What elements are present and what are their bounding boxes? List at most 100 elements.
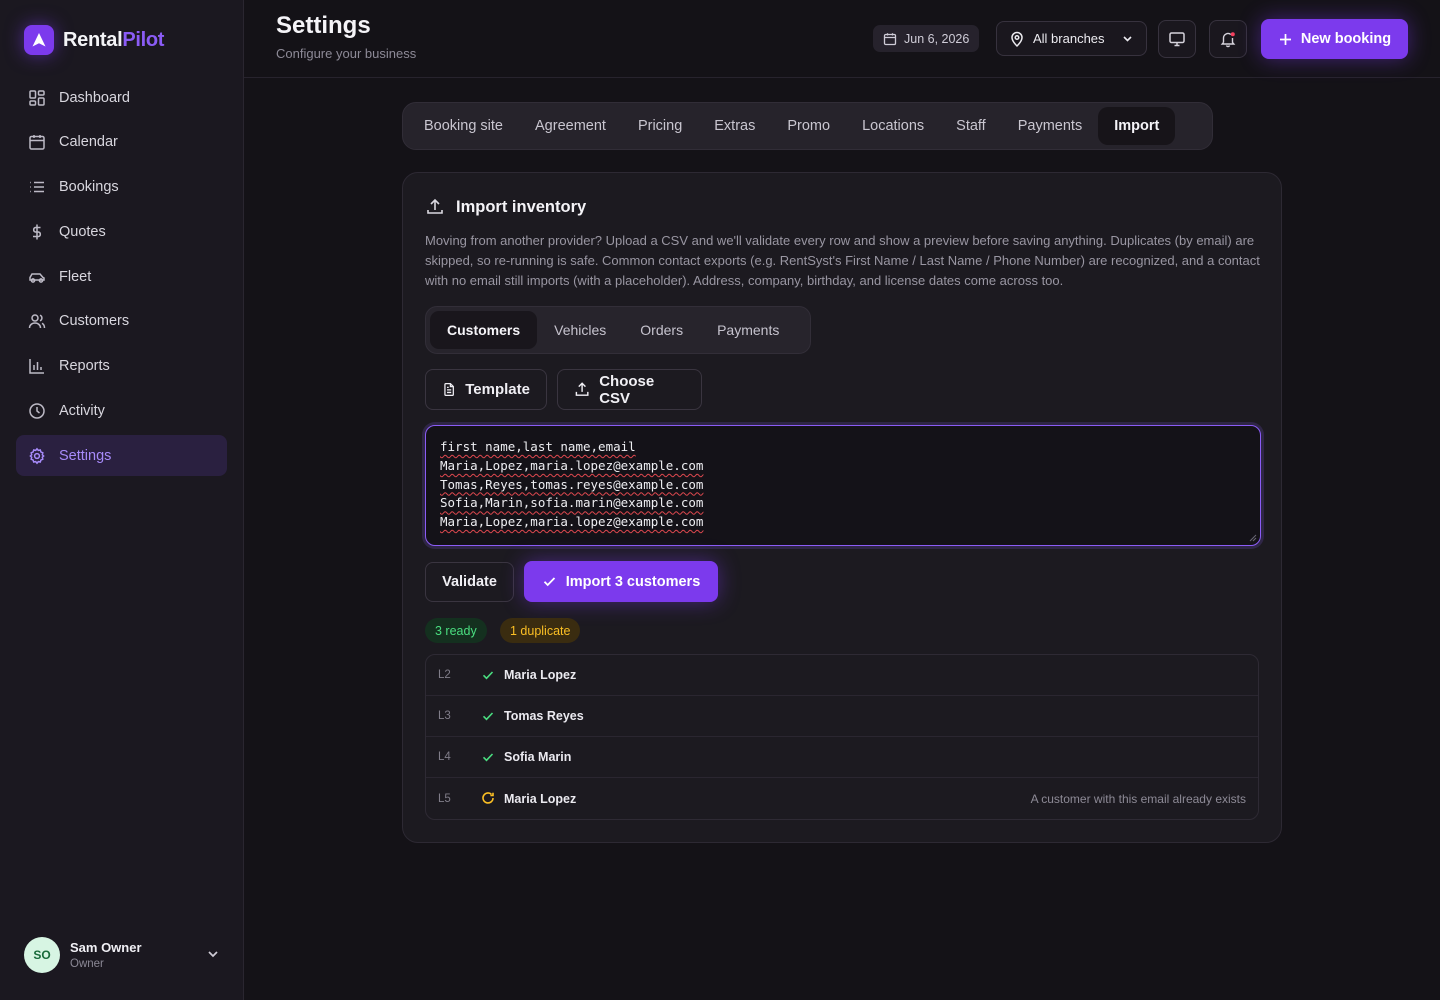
tab-staff[interactable]: Staff [940, 107, 1002, 145]
sidebar-item-label: Fleet [59, 268, 92, 285]
resize-handle-icon[interactable] [1249, 534, 1257, 542]
check-icon [482, 753, 494, 762]
row-name: Tomas Reyes [504, 709, 584, 723]
user-menu[interactable]: SO Sam Owner Owner [24, 936, 220, 974]
table-row: L5 Maria Lopez A customer with this emai… [426, 778, 1258, 819]
settings-tabs: Booking site Agreement Pricing Extras Pr… [402, 102, 1213, 150]
date-pill[interactable]: Jun 6, 2026 [873, 25, 980, 52]
sidebar-item-settings[interactable]: Settings [16, 435, 227, 477]
tab-promo[interactable]: Promo [771, 107, 846, 145]
bar-chart-icon [29, 359, 44, 375]
row-note: A customer with this email already exist… [1030, 791, 1246, 806]
row-line-number: L2 [438, 669, 451, 681]
tab-import[interactable]: Import [1098, 107, 1176, 145]
branch-select[interactable]: All branches [996, 21, 1147, 56]
sidebar-item-label: Customers [59, 313, 130, 330]
tab-locations[interactable]: Locations [846, 107, 940, 145]
csv-line: Maria,Lopez,maria.lopez@example.com [440, 514, 704, 530]
sidebar-item-quotes[interactable]: Quotes [16, 211, 227, 252]
dollar-icon [33, 224, 41, 240]
csv-line: first name,last name,email [440, 439, 636, 454]
user-name: Sam Owner [70, 940, 142, 955]
table-row: L2 Maria Lopez [426, 655, 1258, 696]
table-row: L4 Sofia Marin [426, 737, 1258, 778]
date-label: Jun 6, 2026 [904, 31, 970, 46]
row-name: Maria Lopez [504, 791, 577, 806]
grid-icon [29, 89, 45, 106]
new-booking-button[interactable]: New booking [1261, 19, 1408, 59]
gear-icon [29, 447, 45, 465]
branch-select-value: All branches [1033, 31, 1105, 46]
check-icon [482, 712, 494, 721]
sidebar-item-reports[interactable]: Reports [16, 346, 227, 387]
card-title: Import inventory [456, 197, 587, 216]
check-icon [482, 671, 494, 680]
sidebar-item-label: Quotes [59, 223, 106, 240]
row-line-number: L5 [438, 792, 451, 805]
notifications-button[interactable] [1209, 20, 1247, 58]
upload-icon [427, 198, 443, 214]
chevron-down-icon [1123, 36, 1132, 42]
csv-line: Tomas,Reyes,tomas.reyes@example.com [440, 476, 704, 492]
sidebar-nav: Dashboard Calendar Bookings Quotes Fleet… [16, 77, 227, 480]
choose-csv-button[interactable]: Choose CSV [557, 369, 702, 410]
sidebar-item-customers[interactable]: Customers [16, 301, 227, 342]
top-header: Settings Configure your business Jun 6, … [244, 0, 1440, 78]
template-button[interactable]: Template [425, 369, 547, 410]
page-subtitle: Configure your business [276, 46, 417, 61]
import-card: Import inventory Moving from another pro… [402, 172, 1282, 843]
card-description: Moving from another provider? Upload a C… [425, 233, 1260, 288]
sidebar-item-bookings[interactable]: Bookings [16, 167, 227, 208]
sidebar-item-label: Reports [59, 358, 110, 375]
calendar-icon [883, 32, 897, 45]
row-line-number: L4 [438, 751, 451, 763]
sidebar-item-activity[interactable]: Activity [16, 391, 227, 432]
brand[interactable]: RentalPilot [24, 24, 164, 56]
sidebar-item-label: Bookings [59, 179, 119, 196]
row-line-number: L3 [438, 710, 451, 722]
import-customers-button[interactable]: Import 3 customers [524, 561, 718, 602]
avatar: SO [24, 937, 60, 973]
chevron-down-icon[interactable] [206, 947, 220, 961]
sidebar-item-label: Calendar [59, 134, 118, 151]
subtab-orders[interactable]: Orders [623, 311, 700, 349]
tab-payments[interactable]: Payments [1002, 107, 1098, 145]
sidebar: RentalPilot Dashboard Calendar Bookings … [0, 0, 244, 1000]
tab-agreement[interactable]: Agreement [519, 107, 622, 145]
tab-extras[interactable]: Extras [698, 107, 771, 145]
import-button-label: Import 3 customers [565, 573, 701, 590]
upload-icon [575, 382, 589, 396]
row-name: Maria Lopez [504, 668, 577, 682]
duplicate-badge: 1 duplicate [500, 618, 581, 643]
sidebar-item-fleet[interactable]: Fleet [16, 256, 227, 297]
ready-badge: 3 ready [425, 618, 487, 643]
subtab-payments[interactable]: Payments [700, 311, 796, 349]
map-pin-icon [1011, 31, 1023, 47]
new-booking-label: New booking [1300, 31, 1392, 47]
choose-csv-button-label: Choose CSV [599, 372, 655, 407]
users-icon [28, 314, 46, 329]
csv-line: Maria,Lopez,maria.lopez@example.com [440, 457, 704, 473]
clock-icon [29, 403, 45, 419]
brand-name: RentalPilot [63, 28, 165, 51]
subtab-customers[interactable]: Customers [430, 311, 538, 349]
preview-table: L2 Maria Lopez L3 Tomas Reyes L4 Sofia M… [425, 654, 1259, 820]
brand-logo-icon [24, 25, 54, 55]
validate-button[interactable]: Validate [425, 562, 514, 602]
sidebar-item-label: Settings [59, 447, 112, 464]
template-button-label: Template [465, 381, 530, 398]
row-name: Sofia Marin [504, 750, 572, 764]
sidebar-item-calendar[interactable]: Calendar [16, 122, 227, 163]
plus-icon [1279, 33, 1291, 45]
file-text-icon [444, 383, 454, 396]
subtab-vehicles[interactable]: Vehicles [537, 311, 623, 349]
bell-icon [1220, 32, 1236, 48]
csv-textarea[interactable]: first name,last name,email Maria,Lopez,m… [425, 425, 1261, 546]
tab-booking-site[interactable]: Booking site [408, 107, 519, 145]
tab-pricing[interactable]: Pricing [622, 107, 698, 145]
refresh-warning-icon [482, 792, 494, 804]
display-button[interactable] [1158, 20, 1196, 58]
sidebar-item-label: Dashboard [59, 89, 130, 106]
page-title: Settings [276, 12, 371, 39]
sidebar-item-dashboard[interactable]: Dashboard [16, 77, 227, 118]
